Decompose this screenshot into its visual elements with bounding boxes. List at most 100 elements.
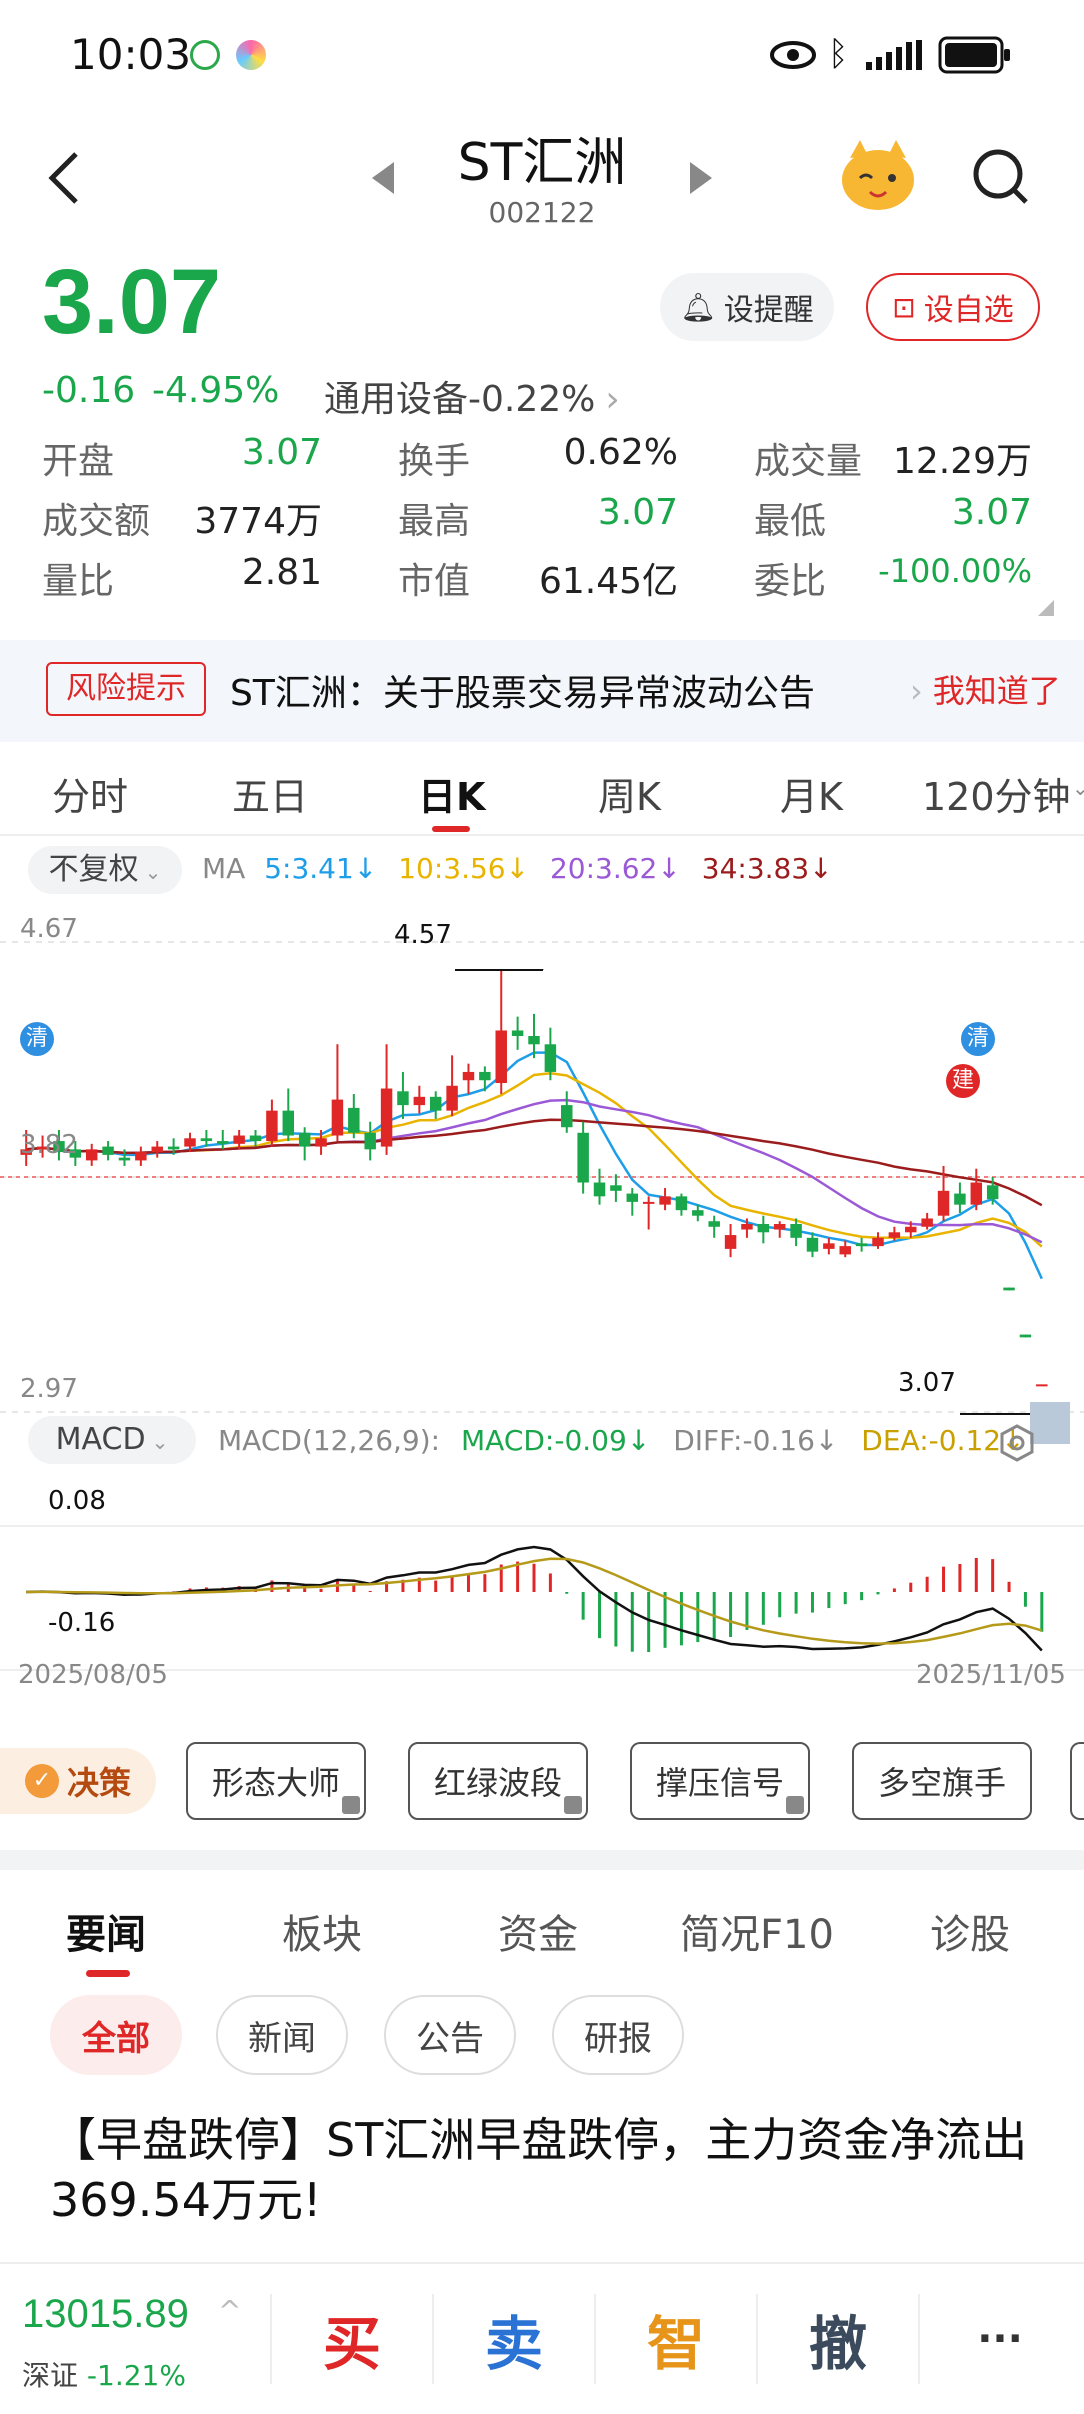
candlestick-svg: [0, 941, 1084, 1671]
ma-title: MA: [202, 852, 246, 885]
kline-chart[interactable]: 不复权 ⌄ MA 5:3.41↓ 10:3.56↓ 20:3.62↓ 34:3.8…: [0, 836, 1084, 1706]
volume-marker: [1030, 1402, 1070, 1444]
cancel-order-button[interactable]: 撤: [758, 2264, 918, 2414]
sell-button[interactable]: 卖: [434, 2264, 594, 2414]
candle-body: [298, 1132, 311, 1147]
feature-overflow[interactable]: [1070, 1742, 1084, 1820]
candle-body: [937, 1190, 950, 1216]
risk-banner[interactable]: 风险提示 ST汇洲：关于股票交易异常波动公告 › 我知道了: [0, 640, 1084, 742]
candle-body: [184, 1138, 196, 1147]
expand-corner-icon[interactable]: [1038, 600, 1054, 616]
tab-daily-k[interactable]: 日K: [418, 766, 485, 821]
macd-params: MACD(12,26,9):: [218, 1424, 441, 1457]
candle-body: [757, 1224, 770, 1233]
qing-marker-left: 清: [20, 1022, 54, 1056]
diff-line: [26, 1545, 1043, 1652]
ma34-label: 34:3.83↓: [701, 852, 833, 885]
tab-weekly-k[interactable]: 周K: [598, 766, 661, 821]
candle-body: [544, 1044, 557, 1072]
sector-link[interactable]: 通用设备-0.22% ›: [324, 370, 620, 422]
eye-icon: [770, 41, 816, 69]
active-tab-indicator: [432, 826, 470, 832]
next-stock-icon[interactable]: [686, 160, 716, 196]
decision-button[interactable]: ✓ 决策: [0, 1748, 156, 1814]
candle-body: [642, 1201, 655, 1204]
stat-value: 2.81: [241, 552, 322, 593]
candle-body: [462, 1071, 475, 1081]
set-alert-label: 设提醒: [723, 293, 814, 328]
feature-bar: ✓ 决策 形态大师 红绿波段 撑压信号 多空旗手: [0, 1730, 1084, 1830]
news-tabs: 要闻 板块 资金 简况F10 诊股: [0, 1890, 1084, 1980]
tab-f10[interactable]: 简况F10: [680, 1902, 834, 1960]
adjust-dropdown[interactable]: 不复权 ⌄: [28, 846, 182, 894]
stat-value: 3.07: [951, 492, 1032, 533]
risk-dismiss[interactable]: › 我知道了: [910, 666, 1061, 712]
tab-monthly-k[interactable]: 月K: [780, 766, 843, 821]
tab-capital[interactable]: 资金: [498, 1902, 578, 1960]
candle-body: [380, 1088, 393, 1147]
candle-body: [839, 1246, 851, 1255]
diff-value: DIFF:-0.16↓: [673, 1424, 839, 1457]
macd-legend: MACD(12,26,9): MACD:-0.09↓ DIFF:-0.16↓ D…: [218, 1424, 1025, 1457]
stat-label: 市值: [398, 561, 471, 602]
smart-button[interactable]: 智: [596, 2264, 756, 2414]
macd-dropdown[interactable]: MACD ⌄: [28, 1416, 196, 1464]
candle-body: [315, 1138, 327, 1147]
candle-body: [85, 1149, 98, 1161]
settings-icon[interactable]: [998, 1424, 1036, 1462]
feature-label: 多空旗手: [877, 1764, 1006, 1802]
tab-five-day[interactable]: 五日: [232, 766, 308, 821]
add-watchlist-button[interactable]: ⊡ 设自选: [866, 273, 1040, 341]
tab-intraday[interactable]: 分时: [52, 766, 128, 821]
candle-body: [790, 1224, 802, 1238]
tab-diagnosis[interactable]: 诊股: [930, 1902, 1010, 1960]
filter-all[interactable]: 全部: [50, 1995, 182, 2075]
candle-body: [823, 1243, 835, 1249]
y-top-label: 4.67: [20, 914, 78, 944]
news-headline[interactable]: 【早盘跌停】ST汇洲早盘跌停，主力资金净流出369.54万元!: [50, 2110, 1040, 2230]
stat-value: 3.07: [597, 492, 678, 533]
tab-news[interactable]: 要闻: [66, 1902, 146, 1960]
search-icon[interactable]: [972, 148, 1030, 206]
bluetooth-icon: ᛒ: [828, 34, 849, 74]
add-watchlist-label: 设自选: [923, 293, 1014, 328]
lock-icon: [786, 1796, 804, 1814]
candle-body: [577, 1132, 589, 1183]
candle-body: [446, 1085, 458, 1111]
mascot-icon[interactable]: [838, 138, 918, 212]
wechat-icon: [190, 40, 220, 70]
candle-body: [921, 1218, 933, 1227]
stats-grid: 开盘 3.07 换手 0.62% 成交量 12.29万 成交额 3774万 最高 3.07…: [42, 428, 1052, 608]
set-alert-button[interactable]: 🔔︎ 设提醒: [660, 273, 834, 341]
support-resistance-button[interactable]: 撑压信号: [630, 1742, 810, 1820]
macd-value: MACD:-0.09↓: [461, 1424, 651, 1457]
candle-body: [593, 1182, 606, 1197]
battery-icon: [938, 36, 1010, 74]
candle-body: [511, 1030, 524, 1036]
ma20-label: 20:3.62↓: [549, 852, 681, 885]
more-icon[interactable]: ···: [920, 2264, 1080, 2414]
stat-label: 开盘: [42, 441, 115, 482]
tab-more-icon[interactable]: ⌄: [1072, 776, 1084, 800]
red-green-band-button[interactable]: 红绿波段: [408, 1742, 588, 1820]
buy-button[interactable]: 买: [272, 2264, 432, 2414]
date-start-label: 2025/08/05: [18, 1660, 168, 1690]
candle-body: [217, 1141, 229, 1144]
qing-marker-right: 清: [961, 1022, 995, 1056]
risk-tag: 风险提示: [46, 662, 206, 716]
bull-bear-button[interactable]: 多空旗手: [852, 1742, 1032, 1820]
feature-label: 撑压信号: [655, 1764, 784, 1802]
candle-body: [724, 1235, 737, 1249]
price-change-pct: -4.95%: [152, 370, 280, 411]
filter-announcement[interactable]: 公告: [384, 1995, 516, 2075]
ma10-label: 10:3.56↓: [398, 852, 530, 885]
filter-news[interactable]: 新闻: [216, 1995, 348, 2075]
tab-120min[interactable]: 120分钟: [922, 766, 1071, 821]
candle-body: [970, 1182, 983, 1205]
filter-research[interactable]: 研报: [552, 1995, 684, 2075]
tab-sector[interactable]: 板块: [282, 1902, 362, 1960]
stat-value: -100.00%: [878, 552, 1032, 590]
index-value[interactable]: 13015.89: [22, 2292, 189, 2337]
macd-label: MACD: [55, 1422, 146, 1457]
pattern-master-button[interactable]: 形态大师: [186, 1742, 366, 1820]
